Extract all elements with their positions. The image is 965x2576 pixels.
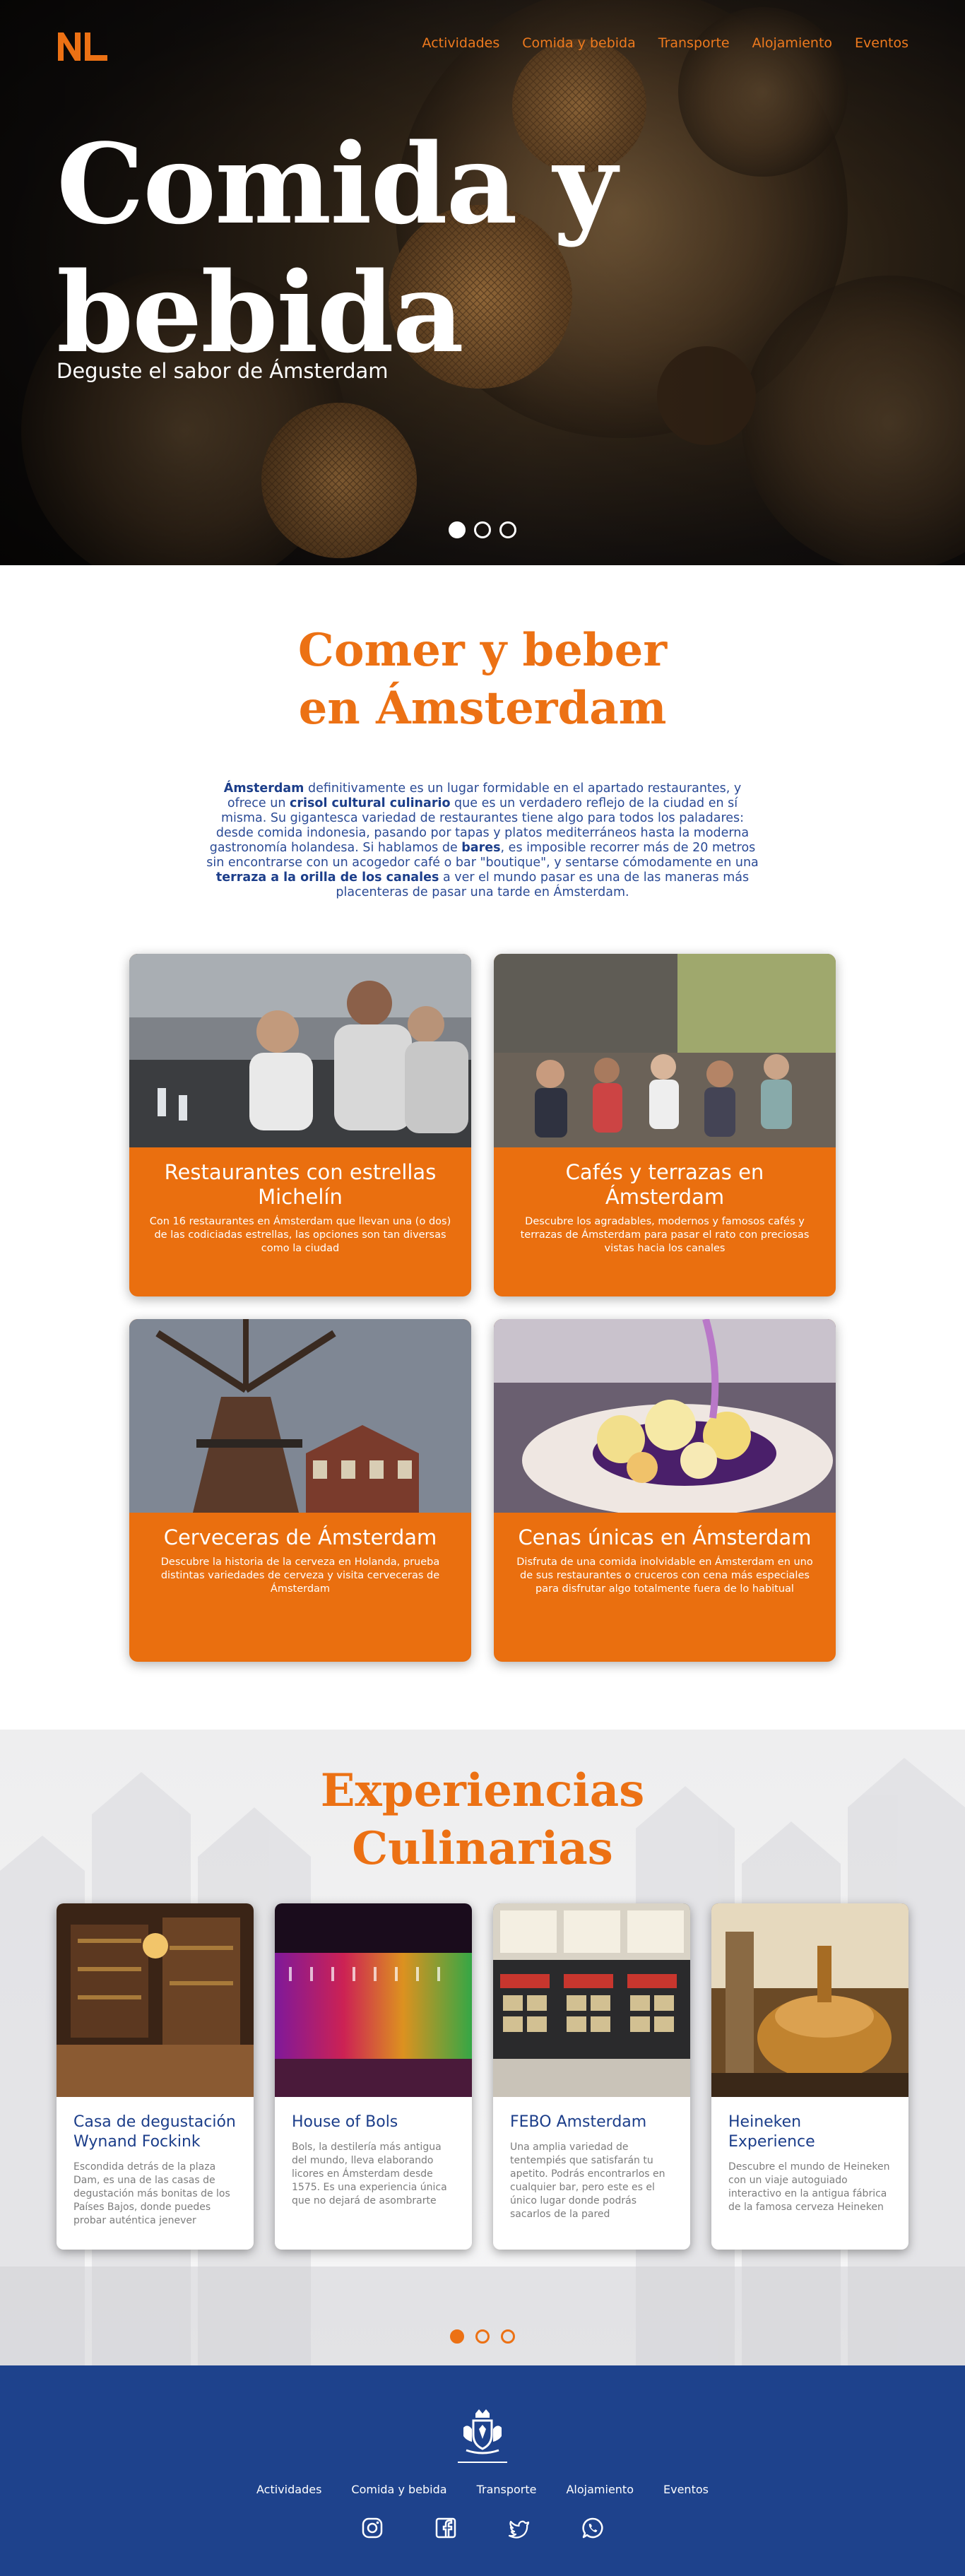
facebook-icon[interactable]: [434, 2517, 457, 2539]
intro-bold-terraza: terraza a la orilla de los canales: [215, 870, 439, 885]
food-card-body: Cenas únicas en Ámsterdam Disfruta de un…: [494, 1516, 836, 1610]
food-card-cenas[interactable]: Cenas únicas en Ámsterdam Disfruta de un…: [494, 1319, 836, 1662]
febo-wall-image: [493, 1903, 690, 2097]
unique-dinner-image: [494, 1319, 836, 1517]
experience-card-text: Una amplia variedad de tentempiés que sa…: [510, 2141, 665, 2220]
experience-card-text: Bols, la destilería más antigua del mund…: [292, 2141, 447, 2206]
twitter-icon[interactable]: [508, 2517, 531, 2539]
michelin-chefs-image: [129, 954, 471, 1147]
intro-title-line-1: Comer y beber: [297, 624, 668, 677]
food-card-michelin[interactable]: Restaurantes con estrellas Michelín Con …: [129, 954, 471, 1296]
experience-card-body: House of Bols Bols, la destilería más an…: [275, 2100, 472, 2221]
intro-bold-bares: bares: [461, 841, 501, 855]
nl-logo[interactable]: [57, 30, 110, 62]
nav-link-actividades[interactable]: Actividades: [422, 35, 500, 51]
tasting-house-image: [57, 1903, 254, 2097]
hero-title-line-1: Comida y: [57, 119, 617, 249]
experiences-section: Experiencias Culinarias Casa de degustac…: [0, 1730, 965, 2365]
footer-link-alojamiento[interactable]: Alojamiento: [566, 2483, 634, 2496]
experience-card-title: FEBO Amsterdam: [510, 2113, 647, 2131]
experiences-carousel-dots: [0, 2329, 965, 2344]
instagram-icon[interactable]: [361, 2517, 384, 2539]
heineken-brewery-image: [711, 1903, 908, 2097]
cafe-terrace-image: [494, 954, 836, 1147]
intro-title: Comer y beber en Ámsterdam: [0, 622, 965, 738]
food-card-cafes[interactable]: Cafés y terrazas en Ámsterdam Descubre l…: [494, 954, 836, 1296]
experience-card-body: FEBO Amsterdam Una amplia variedad de te…: [493, 2100, 690, 2234]
nav-link-transporte[interactable]: Transporte: [658, 35, 730, 51]
experience-card-text: Descubre el mundo de Heineken con un via…: [728, 2161, 890, 2213]
hero-title-line-2: bebida: [57, 248, 464, 377]
hero-subtitle: Deguste el sabor de Ámsterdam: [57, 359, 389, 383]
experiences-title: Experiencias Culinarias: [0, 1730, 965, 1878]
hero-carousel-dot-3[interactable]: [499, 521, 516, 538]
footer-link-transporte[interactable]: Transporte: [477, 2483, 537, 2496]
intro-bold-crisol: crisol cultural culinario: [290, 796, 451, 810]
experience-card-text: Escondida detrás de la plaza Dam, es una…: [73, 2161, 230, 2226]
experience-card-title: Casa de degustación Wynand Fockink: [73, 2113, 236, 2151]
food-card-text: Descubre los agradables, modernos y famo…: [520, 1216, 810, 1254]
experience-card-heineken[interactable]: Heineken Experience Descubre el mundo de…: [711, 1903, 908, 2250]
experience-card-febo[interactable]: FEBO Amsterdam Una amplia variedad de te…: [493, 1903, 690, 2250]
food-card-body: Cerveceras de Ámsterdam Descubre la hist…: [129, 1516, 471, 1610]
food-card-text: Descubre la historia de la cerveza en Ho…: [160, 1556, 440, 1595]
experiences-carousel-dot-2[interactable]: [475, 2329, 490, 2344]
hero-title: Comida y bebida: [57, 120, 692, 377]
social-links: [0, 2517, 965, 2539]
experience-card-body: Heineken Experience Descubre el mundo de…: [711, 2100, 908, 2227]
food-card-title: Cenas únicas en Ámsterdam: [518, 1525, 812, 1549]
experiences-carousel-dot-1[interactable]: [450, 2329, 464, 2344]
footer-nav: Actividades Comida y bebida Transporte A…: [0, 2483, 965, 2496]
experiences-carousel-dot-3[interactable]: [501, 2329, 515, 2344]
food-card-body: Restaurantes con estrellas Michelín Con …: [129, 1150, 471, 1270]
footer-link-eventos[interactable]: Eventos: [663, 2483, 709, 2496]
royal-crest-icon: [463, 2409, 502, 2454]
intro-bold-amsterdam: Ámsterdam: [223, 781, 304, 796]
nav-link-alojamiento[interactable]: Alojamiento: [752, 35, 832, 51]
nav-link-comida-y-bebida[interactable]: Comida y bebida: [522, 35, 636, 51]
hero-carousel-dot-1[interactable]: [449, 521, 466, 538]
hero-carousel-dot-2[interactable]: [474, 521, 491, 538]
food-card-text: Disfruta de una comida inolvidable en Ám…: [516, 1556, 813, 1595]
food-card-body: Cafés y terrazas en Ámsterdam Descubre l…: [494, 1150, 836, 1270]
hero-carousel-dots: [0, 521, 965, 538]
windmill-brewery-image: [129, 1319, 471, 1513]
whatsapp-icon[interactable]: [581, 2517, 604, 2539]
intro-paragraph: Ámsterdam definitivamente es un lugar fo…: [203, 781, 762, 900]
food-card-text: Con 16 restaurantes en Ámsterdam que lle…: [149, 1216, 451, 1254]
hero-banner: Actividades Comida y bebida Transporte A…: [0, 0, 965, 565]
experience-card-house-of-bols[interactable]: House of Bols Bols, la destilería más an…: [275, 1903, 472, 2250]
food-cards-grid: Restaurantes con estrellas Michelín Con …: [129, 954, 836, 1662]
experiences-title-line-2: Culinarias: [352, 1822, 613, 1875]
experience-card-title: Heineken Experience: [728, 2113, 815, 2151]
food-card-cerveceras[interactable]: Cerveceras de Ámsterdam Descubre la hist…: [129, 1319, 471, 1662]
intro-title-line-2: en Ámsterdam: [298, 682, 667, 735]
experience-card-body: Casa de degustación Wynand Fockink Escon…: [57, 2100, 254, 2240]
main-nav: Actividades Comida y bebida Transporte A…: [422, 35, 908, 51]
intro-section: Comer y beber en Ámsterdam Ámsterdam def…: [0, 565, 965, 1662]
food-card-title: Restaurantes con estrellas Michelín: [164, 1160, 437, 1209]
house-of-bols-image: [275, 1903, 472, 2097]
site-footer: Actividades Comida y bebida Transporte A…: [0, 2365, 965, 2576]
experiences-cards-grid: Casa de degustación Wynand Fockink Escon…: [57, 1903, 908, 2250]
footer-link-comida-y-bebida[interactable]: Comida y bebida: [351, 2483, 446, 2496]
experiences-title-line-1: Experiencias: [320, 1764, 645, 1817]
food-card-title: Cerveceras de Ámsterdam: [163, 1525, 437, 1549]
experience-card-wynand-fockink[interactable]: Casa de degustación Wynand Fockink Escon…: [57, 1903, 254, 2250]
nav-link-eventos[interactable]: Eventos: [855, 35, 908, 51]
food-card-title: Cafés y terrazas en Ámsterdam: [565, 1160, 764, 1209]
crest-divider: [458, 2462, 507, 2463]
footer-link-actividades[interactable]: Actividades: [256, 2483, 321, 2496]
experience-card-title: House of Bols: [292, 2113, 398, 2131]
